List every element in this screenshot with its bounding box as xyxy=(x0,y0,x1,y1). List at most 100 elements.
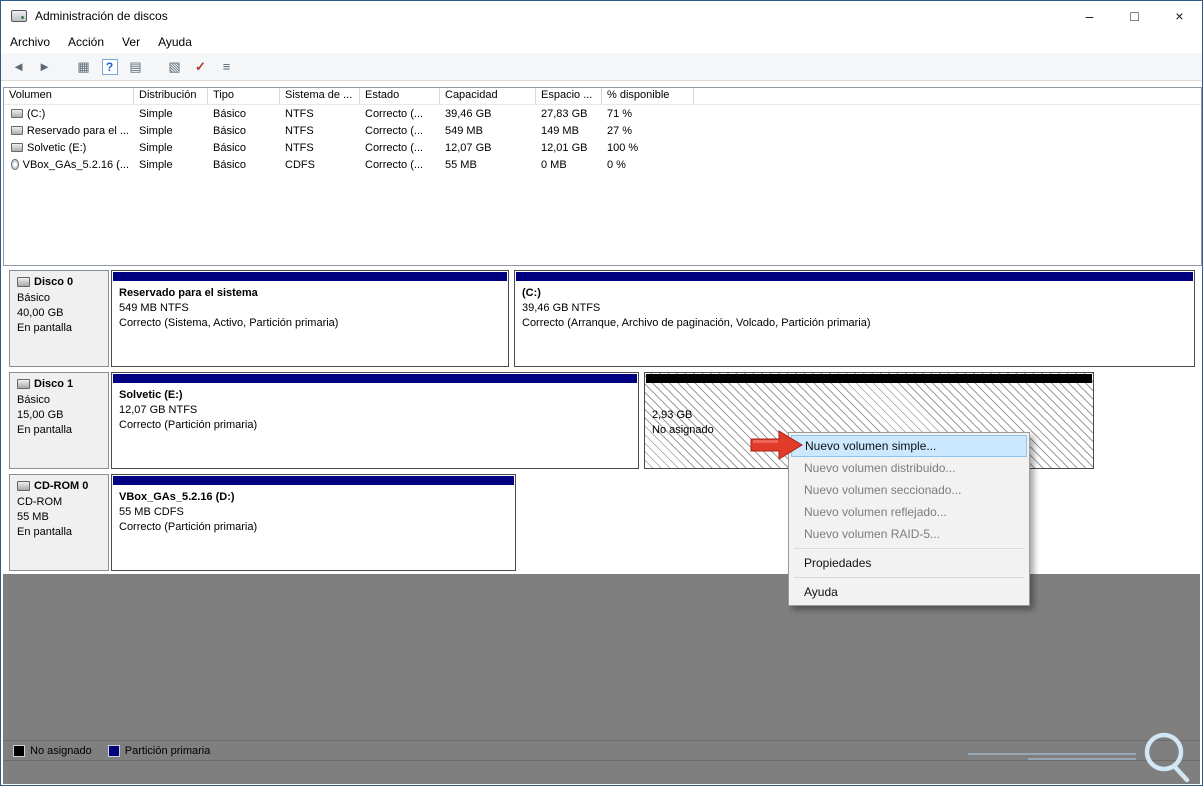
disk-name: CD-ROM 0 xyxy=(34,480,89,492)
menu-bar: Archivo Acción Ver Ayuda xyxy=(1,31,1202,53)
column-header-volumen[interactable]: Volumen xyxy=(4,88,134,104)
disk-status: En pantalla xyxy=(17,424,73,436)
column-header-disponible[interactable]: % disponible xyxy=(602,88,694,104)
partition-status: Correcto (Arranque, Archivo de paginació… xyxy=(522,317,871,329)
menu-item-ayuda-contextual[interactable]: Ayuda xyxy=(791,581,1027,603)
details-view-icon: ≡ xyxy=(222,59,231,74)
red-arrow xyxy=(750,430,803,460)
volume-cell: NTFS xyxy=(285,124,314,137)
maximize-button[interactable]: □ xyxy=(1112,1,1157,31)
volume-name: VBox_GAs_5.2.16 (... xyxy=(22,158,129,171)
window-title: Administración de discos xyxy=(35,9,168,23)
menu-item-ver[interactable]: Ver xyxy=(113,33,149,51)
partition-status: Correcto (Sistema, Activo, Partición pri… xyxy=(119,317,339,329)
disk-header-disco0[interactable]: Disco 0 Básico 40,00 GB En pantalla xyxy=(9,270,109,367)
volume-cell: Correcto (... xyxy=(365,141,424,154)
partition-title: (C:) xyxy=(522,287,541,299)
volume-cell: 0 % xyxy=(607,158,626,171)
column-header-espacio[interactable]: Espacio ... xyxy=(536,88,602,104)
disk-size: 15,00 GB xyxy=(17,409,64,421)
partition-solvetic[interactable]: Solvetic (E:) 12,07 GB NTFS Correcto (Pa… xyxy=(111,372,639,469)
disk-icon xyxy=(17,277,30,287)
column-header-distribucion[interactable]: Distribución xyxy=(134,88,208,104)
context-menu: Nuevo volumen simple... Nuevo volumen di… xyxy=(788,432,1030,606)
menu-separator xyxy=(794,577,1024,578)
disk-icon xyxy=(17,379,30,389)
export-list-button[interactable]: ▤ xyxy=(124,56,147,78)
volume-name: Solvetic (E:) xyxy=(27,141,87,154)
partition-title: Solvetic (E:) xyxy=(119,389,183,401)
volume-row-solvetic[interactable]: Solvetic (E:) Simple Básico NTFS Correct… xyxy=(4,139,1201,156)
action-pane-button[interactable]: ▧ xyxy=(163,56,186,78)
volume-cell: Correcto (... xyxy=(365,158,424,171)
disk-header-cdrom0[interactable]: CD-ROM 0 CD-ROM 55 MB En pantalla xyxy=(9,474,109,571)
volume-cell: 39,46 GB xyxy=(445,107,492,120)
minimize-button[interactable]: – xyxy=(1067,1,1112,31)
volume-row-vbox[interactable]: VBox_GAs_5.2.16 (... Simple Básico CDFS … xyxy=(4,156,1201,173)
menu-item-nuevo-volumen-simple[interactable]: Nuevo volumen simple... xyxy=(791,435,1027,457)
volume-cell: Simple xyxy=(139,107,173,120)
legend-swatch-primary xyxy=(107,744,120,757)
volume-name: Reservado para el ... xyxy=(26,124,129,137)
partition-reservado-sistema[interactable]: Reservado para el sistema 549 MB NTFS Co… xyxy=(111,270,509,367)
forward-button[interactable]: ► xyxy=(33,56,56,78)
export-list-icon: ▤ xyxy=(129,58,142,74)
partition-c[interactable]: (C:) 39,46 GB NTFS Correcto (Arranque, A… xyxy=(514,270,1195,367)
disk-status: En pantalla xyxy=(17,526,73,538)
column-header-estado[interactable]: Estado xyxy=(360,88,440,104)
volume-cell: NTFS xyxy=(285,107,314,120)
toolbar: ◄ ► ▦ ? ▤ ▧ ✓ ≡ xyxy=(1,53,1202,81)
disk-strip-disco0: Disco 0 Básico 40,00 GB En pantalla Rese… xyxy=(9,270,1195,367)
disk-kind: CD-ROM xyxy=(17,496,63,508)
menu-item-accion[interactable]: Acción xyxy=(59,33,113,51)
column-header-sistema[interactable]: Sistema de ... xyxy=(280,88,360,104)
details-view-button[interactable]: ≡ xyxy=(215,56,238,78)
volume-list-header: Volumen Distribución Tipo Sistema de ...… xyxy=(4,88,1201,105)
check-disk-icon: ✓ xyxy=(195,58,206,74)
console-tree-button[interactable]: ▦ xyxy=(72,56,95,78)
volume-cell: Simple xyxy=(139,124,173,137)
partition-size: 549 MB NTFS xyxy=(119,302,189,314)
menu-item-nuevo-volumen-raid5: Nuevo volumen RAID-5... xyxy=(804,527,941,541)
disk-size: 40,00 GB xyxy=(17,307,64,319)
title-bar: Administración de discos – □ × xyxy=(1,1,1202,31)
menu-separator xyxy=(794,548,1024,549)
volume-cell: 549 MB xyxy=(445,124,483,137)
column-header-capacidad[interactable]: Capacidad xyxy=(440,88,536,104)
volume-row-c[interactable]: (C:) Simple Básico NTFS Correcto (... 39… xyxy=(4,105,1201,122)
volume-cell: Simple xyxy=(139,141,173,154)
menu-item-propiedades[interactable]: Propiedades xyxy=(791,552,1027,574)
volume-cell: CDFS xyxy=(285,158,315,171)
disk-status: En pantalla xyxy=(17,322,73,334)
menu-item-nuevo-volumen-reflejado: Nuevo volumen reflejado... xyxy=(804,505,947,519)
close-button[interactable]: × xyxy=(1157,1,1202,31)
check-disk-button[interactable]: ✓ xyxy=(189,56,212,78)
solvetic-watermark xyxy=(968,732,1190,782)
app-icon xyxy=(11,10,27,22)
disk-header-disco1[interactable]: Disco 1 Básico 15,00 GB En pantalla xyxy=(9,372,109,469)
partition-vbox[interactable]: VBox_GAs_5.2.16 (D:) 55 MB CDFS Correcto… xyxy=(111,474,516,571)
menu-item-ayuda[interactable]: Ayuda xyxy=(149,33,201,51)
cd-icon xyxy=(11,159,19,170)
volume-cell: 12,01 GB xyxy=(541,141,588,154)
back-button[interactable]: ◄ xyxy=(7,56,30,78)
volume-cell: 55 MB xyxy=(445,158,477,171)
disk-name: Disco 0 xyxy=(34,276,74,288)
forward-icon: ► xyxy=(38,59,51,74)
volume-name: (C:) xyxy=(27,107,46,120)
legend-item-no-asignado: No asignado xyxy=(13,744,92,757)
column-header-tipo[interactable]: Tipo xyxy=(208,88,280,104)
menu-item-archivo[interactable]: Archivo xyxy=(1,33,59,51)
partition-size: 12,07 GB NTFS xyxy=(119,404,198,416)
volume-row-reservado[interactable]: Reservado para el ... Simple Básico NTFS… xyxy=(4,122,1201,139)
help-button[interactable]: ? xyxy=(98,56,121,78)
column-header-filler xyxy=(694,88,1201,104)
volume-cell: 27,83 GB xyxy=(541,107,588,120)
menu-item-nuevo-volumen-seccionado: Nuevo volumen seccionado... xyxy=(804,483,962,497)
drive-icon xyxy=(11,126,23,135)
volume-cell: NTFS xyxy=(285,141,314,154)
partition-title: Reservado para el sistema xyxy=(119,287,258,299)
volume-cell: 149 MB xyxy=(541,124,579,137)
drive-icon xyxy=(11,143,23,152)
partition-color-band xyxy=(113,272,507,281)
